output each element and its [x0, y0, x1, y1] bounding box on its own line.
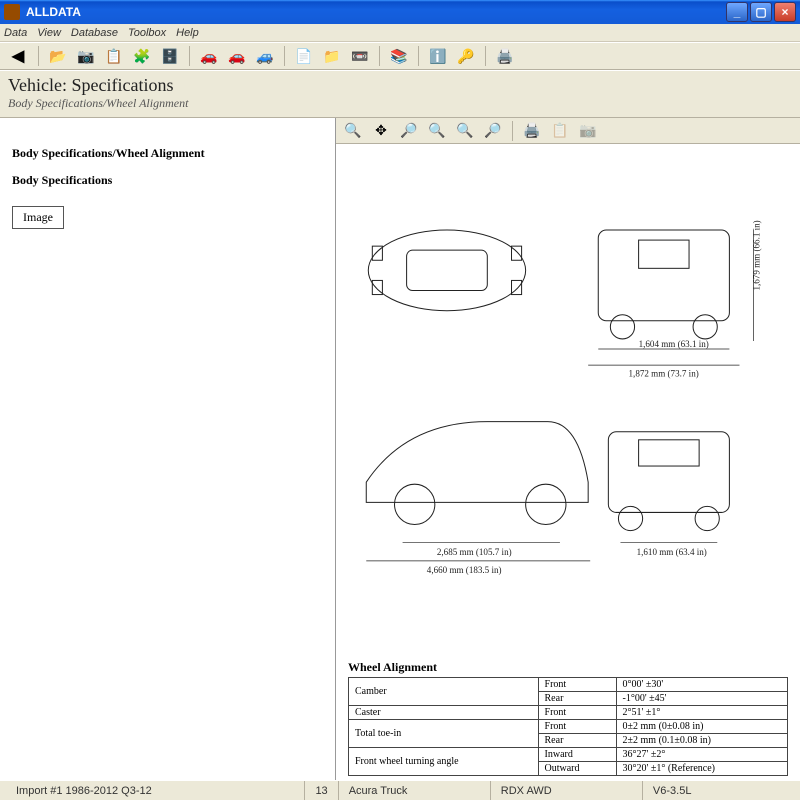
table-title: Wheel Alignment [348, 660, 788, 675]
zoom-in-icon[interactable]: 🔍 [342, 120, 364, 142]
cell-value: 30°20' ±1° (Reference) [616, 762, 787, 776]
table-row: Front wheel turning angle Inward 36°27' … [349, 748, 788, 762]
camera-icon[interactable]: 📷 [75, 45, 97, 67]
cell-value: 36°27' ±2° [616, 748, 787, 762]
zoom-100-icon[interactable]: 🔍 [454, 120, 476, 142]
dim-track: 1,610 mm (63.4 in) [637, 547, 707, 557]
snapshot-icon[interactable]: 📷 [577, 120, 599, 142]
window-buttons: _ ▢ × [726, 2, 796, 22]
cell-value: 0±2 mm (0±0.08 in) [616, 720, 787, 734]
menu-help[interactable]: Help [176, 27, 199, 39]
cell-sub: Front [538, 678, 616, 692]
zoom-out-icon[interactable]: 🔎 [482, 120, 504, 142]
left-pane: Body Specifications/Wheel Alignment Body… [0, 118, 336, 780]
statusbar: Import #1 1986-2012 Q3-12 13 Acura Truck… [0, 780, 800, 800]
separator [379, 46, 380, 66]
key-icon[interactable]: 🔑 [455, 45, 477, 67]
page-title: Vehicle: Specifications [8, 75, 792, 96]
cell-sub: Rear [538, 692, 616, 706]
status-make: Acura Truck [339, 781, 491, 800]
separator [38, 46, 39, 66]
cell-sub: Front [538, 720, 616, 734]
cell-param: Total toe-in [349, 720, 539, 748]
car-blue-icon[interactable]: 🚗 [198, 45, 220, 67]
right-pane: 🔍 ✥ 🔎 🔍 🔍 🔎 🖨️ 📋 📷 [336, 118, 800, 780]
folder-icon[interactable]: 📁 [321, 45, 343, 67]
doc-icon[interactable]: 📄 [293, 45, 315, 67]
image-toolbar: 🔍 ✥ 🔎 🔍 🔍 🔎 🖨️ 📋 📷 [336, 118, 800, 144]
separator [189, 46, 190, 66]
cell-param: Front wheel turning angle [349, 748, 539, 776]
info-icon[interactable]: ℹ️ [427, 45, 449, 67]
dim-overall-length: 4,660 mm (183.5 in) [427, 565, 502, 575]
db-icon[interactable]: 🗄️ [159, 45, 181, 67]
cell-value: 2±2 mm (0.1±0.08 in) [616, 734, 787, 748]
maximize-button[interactable]: ▢ [750, 2, 772, 22]
dim-wheelbase: 2,685 mm (105.7 in) [437, 547, 512, 557]
list-icon[interactable]: 📋 [103, 45, 125, 67]
window-title: ALLDATA [26, 5, 726, 19]
menu-database[interactable]: Database [71, 27, 118, 39]
breadcrumb: Body Specifications/Wheel Alignment [8, 96, 792, 111]
zoom-fit-icon[interactable]: 🔍 [426, 120, 448, 142]
tool-icon[interactable]: 🧩 [131, 45, 153, 67]
status-model: RDX AWD [491, 781, 643, 800]
open-icon[interactable]: 📂 [47, 45, 69, 67]
dim-overall-width: 1,872 mm (73.7 in) [629, 368, 699, 378]
cell-value: 0°00' ±30' [616, 678, 787, 692]
status-engine: V6-3.5L [643, 781, 794, 800]
left-crumb: Body Specifications/Wheel Alignment [12, 146, 323, 161]
back-button[interactable]: ◀ [6, 45, 30, 67]
cell-sub: Outward [538, 762, 616, 776]
print-image-icon[interactable]: 🖨️ [521, 120, 543, 142]
main-area: Body Specifications/Wheel Alignment Body… [0, 118, 800, 780]
dim-height: 1,679 mm (66.1 in) [752, 220, 762, 290]
device-icon[interactable]: 📼 [349, 45, 371, 67]
status-db: Import #1 1986-2012 Q3-12 [6, 781, 305, 800]
wheel-alignment-table: Wheel Alignment Camber Front 0°00' ±30' … [348, 660, 788, 776]
menu-data[interactable]: Data [4, 27, 27, 39]
cell-value: 2°51' ±1° [616, 706, 787, 720]
separator [512, 121, 513, 141]
zoom-area-icon[interactable]: 🔎 [398, 120, 420, 142]
menubar: Data View Database Toolbox Help [0, 24, 800, 42]
copy-icon[interactable]: 📋 [549, 120, 571, 142]
separator [284, 46, 285, 66]
cell-param: Caster [349, 706, 539, 720]
cell-param: Camber [349, 678, 539, 706]
dim-top-width: 1,604 mm (63.1 in) [639, 339, 709, 349]
table-row: Camber Front 0°00' ±30' [349, 678, 788, 692]
cell-sub: Front [538, 706, 616, 720]
cell-sub: Rear [538, 734, 616, 748]
app-icon [4, 4, 20, 20]
car-red-icon[interactable]: 🚗 [226, 45, 248, 67]
close-button[interactable]: × [774, 2, 796, 22]
menu-view[interactable]: View [37, 27, 61, 39]
cell-value: -1°00' ±45' [616, 692, 787, 706]
cell-sub: Inward [538, 748, 616, 762]
titlebar: ALLDATA _ ▢ × [0, 0, 800, 24]
car-badge-icon[interactable]: 🚙 [254, 45, 276, 67]
status-year: 13 [305, 781, 338, 800]
table-row: Caster Front 2°51' ±1° [349, 706, 788, 720]
main-toolbar: ◀ 📂 📷 📋 🧩 🗄️ 🚗 🚗 🚙 📄 📁 📼 📚 ℹ️ 🔑 🖨️ [0, 42, 800, 70]
table-row: Total toe-in Front 0±2 mm (0±0.08 in) [349, 720, 788, 734]
menu-toolbox[interactable]: Toolbox [128, 27, 166, 39]
stack-icon[interactable]: 📚 [388, 45, 410, 67]
image-button[interactable]: Image [12, 206, 64, 229]
left-section: Body Specifications [12, 173, 323, 188]
page-header: Vehicle: Specifications Body Specificati… [0, 70, 800, 118]
pan-icon[interactable]: ✥ [370, 120, 392, 142]
separator [418, 46, 419, 66]
minimize-button[interactable]: _ [726, 2, 748, 22]
print-icon[interactable]: 🖨️ [494, 45, 516, 67]
separator [485, 46, 486, 66]
diagram: 1,604 mm (63.1 in) 1,872 mm (73.7 in) 1,… [336, 144, 800, 780]
